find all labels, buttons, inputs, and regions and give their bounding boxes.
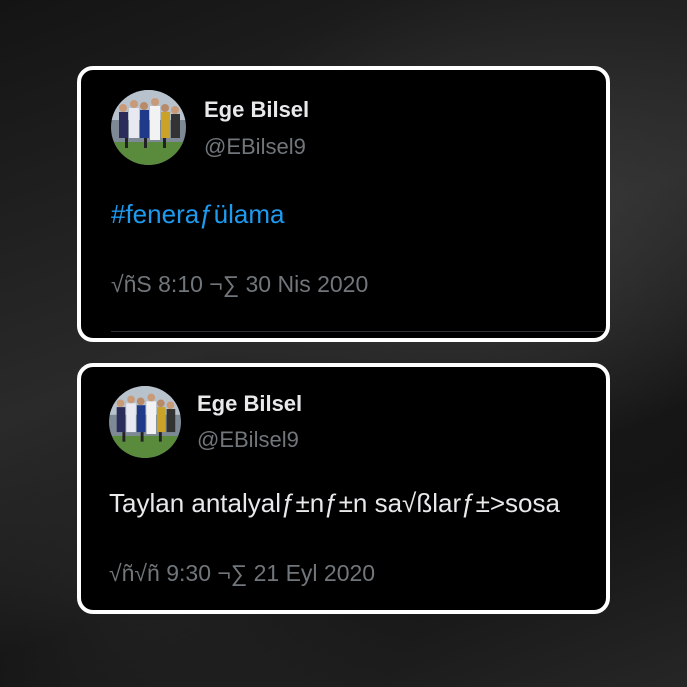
tweet-timestamp[interactable]: √ñ√ñ 9:30 ¬∑ 21 Eyl 2020 — [109, 559, 375, 587]
tweet-timestamp[interactable]: √ñS 8:10 ¬∑ 30 Nis 2020 — [111, 270, 368, 298]
tweet-card[interactable]: Ege Bilsel @EBilsel9 #feneraƒülama √ñS 8… — [77, 66, 610, 342]
profile-photo — [111, 90, 186, 165]
author-name[interactable]: Ege Bilsel — [197, 391, 302, 417]
hashtag-link[interactable]: #feneraƒülama — [111, 198, 284, 230]
tweet-card[interactable]: Ege Bilsel @EBilsel9 Taylan antalyalƒ±nƒ… — [77, 363, 610, 614]
divider — [111, 331, 606, 332]
profile-avatar[interactable] — [111, 90, 186, 165]
profile-avatar[interactable] — [109, 386, 181, 458]
author-handle[interactable]: @EBilsel9 — [204, 134, 306, 160]
author-handle[interactable]: @EBilsel9 — [197, 427, 299, 453]
profile-photo — [109, 386, 181, 458]
author-name[interactable]: Ege Bilsel — [204, 97, 309, 123]
tweet-text: Taylan antalyalƒ±nƒ±n sa√ßlarƒ±>sosa — [109, 488, 560, 518]
